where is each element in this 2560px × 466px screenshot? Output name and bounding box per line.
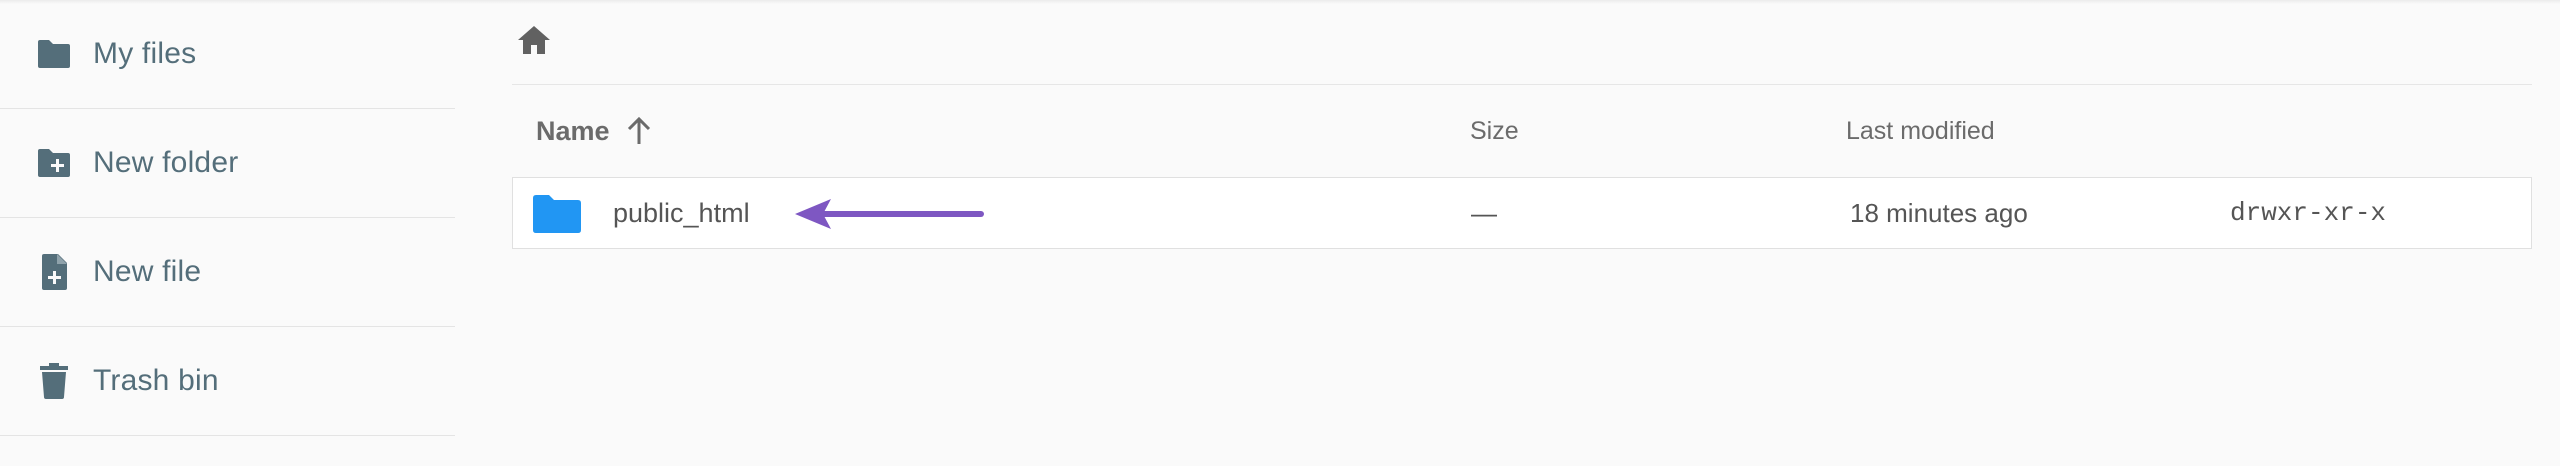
column-header-name[interactable]: Name	[536, 85, 654, 177]
main-panel: Name Size Last modified public_html — 18…	[512, 0, 2532, 466]
breadcrumb	[512, 0, 2532, 85]
file-name[interactable]: public_html	[613, 178, 750, 248]
sidebar-item-label: Trash bin	[93, 364, 219, 397]
column-header-modified[interactable]: Last modified	[1846, 85, 1995, 177]
column-header-size[interactable]: Size	[1470, 85, 1519, 177]
sidebar-item-label: New file	[93, 255, 202, 288]
sidebar-item-label: My files	[93, 37, 197, 70]
sidebar-item-new-file[interactable]: New file	[0, 218, 455, 327]
sidebar-item-new-folder[interactable]: New folder	[0, 109, 455, 218]
file-modified: 18 minutes ago	[1850, 197, 2028, 228]
table-header: Name Size Last modified	[512, 85, 2532, 177]
column-header-label: Name	[536, 115, 610, 146]
table-row[interactable]: public_html — 18 minutes ago drwxr-xr-x	[512, 177, 2532, 249]
trash-icon	[36, 363, 72, 399]
column-header-label: Last modified	[1846, 116, 1995, 145]
sidebar-item-label: New folder	[93, 146, 239, 179]
file-manager: My files New folder New file Trash bin N…	[0, 0, 2560, 466]
arrow-up-icon	[627, 116, 650, 144]
sidebar-item-my-files[interactable]: My files	[0, 0, 455, 109]
file-size: —	[1471, 197, 1497, 228]
folder-plus-icon	[36, 145, 72, 181]
arrow-left-icon	[795, 199, 984, 229]
folder-icon	[36, 36, 72, 72]
folder-icon	[531, 194, 583, 234]
sidebar-item-trash-bin[interactable]: Trash bin	[0, 327, 455, 436]
file-plus-icon	[36, 254, 72, 290]
column-header-label: Size	[1470, 116, 1519, 145]
home-icon[interactable]	[516, 22, 552, 58]
sidebar: My files New folder New file Trash bin	[0, 0, 455, 466]
file-permissions: drwxr-xr-x	[2230, 198, 2387, 228]
